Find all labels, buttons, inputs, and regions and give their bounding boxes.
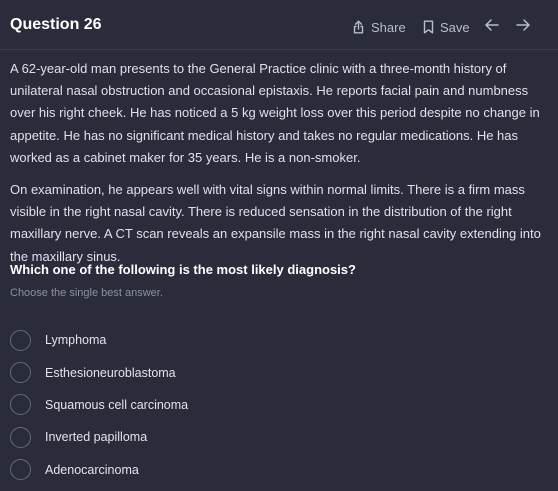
share-button[interactable]: Share: [352, 17, 406, 37]
save-label: Save: [440, 19, 470, 35]
question-title: Question 26: [10, 16, 102, 33]
save-button[interactable]: Save: [423, 17, 470, 37]
radio-button[interactable]: [10, 329, 31, 351]
option-label: Esthesioneuroblastoma: [45, 365, 176, 380]
stem-paragraph-examination: On examination, he appears well with vit…: [10, 182, 541, 264]
option-label: Adenocarcinoma: [45, 462, 139, 477]
answer-option-inverted-papilloma[interactable]: Inverted papilloma: [10, 421, 546, 453]
question-stem: A 62-year-old man presents to the Genera…: [10, 58, 546, 278]
stem-paragraph-history: A 62-year-old man presents to the Genera…: [10, 61, 540, 165]
answer-option-squamous-cell-carcinoma[interactable]: Squamous cell carcinoma: [10, 389, 546, 421]
share-label: Share: [371, 19, 406, 35]
question-page: Question 26 Share Save A 62-year-old man…: [0, 0, 558, 491]
radio-button[interactable]: [10, 426, 31, 448]
option-label: Squamous cell carcinoma: [45, 397, 189, 412]
option-label: Lymphoma: [45, 333, 107, 348]
arrow-left-icon: [484, 19, 500, 36]
answer-option-esthesioneuroblastoma[interactable]: Esthesioneuroblastoma: [10, 356, 546, 388]
radio-button[interactable]: [10, 394, 31, 416]
question-header: Question 26 Share Save: [0, 0, 558, 50]
previous-question-button[interactable]: [484, 18, 500, 37]
radio-button[interactable]: [10, 362, 31, 384]
answer-hint: Choose the single best answer.: [10, 287, 163, 299]
next-question-button[interactable]: [515, 18, 531, 37]
option-label: Inverted papilloma: [45, 430, 148, 445]
question-prompt: Which one of the following is the most l…: [10, 262, 356, 277]
answer-option-lymphoma[interactable]: Lymphoma: [10, 324, 546, 356]
bookmark-icon: [423, 20, 434, 34]
answer-options: Lymphoma Esthesioneuroblastoma Squamous …: [10, 324, 546, 486]
arrow-right-icon: [515, 19, 531, 36]
radio-button[interactable]: [10, 459, 31, 481]
answer-option-adenocarcinoma[interactable]: Adenocarcinoma: [10, 454, 546, 486]
share-icon: [352, 20, 365, 34]
